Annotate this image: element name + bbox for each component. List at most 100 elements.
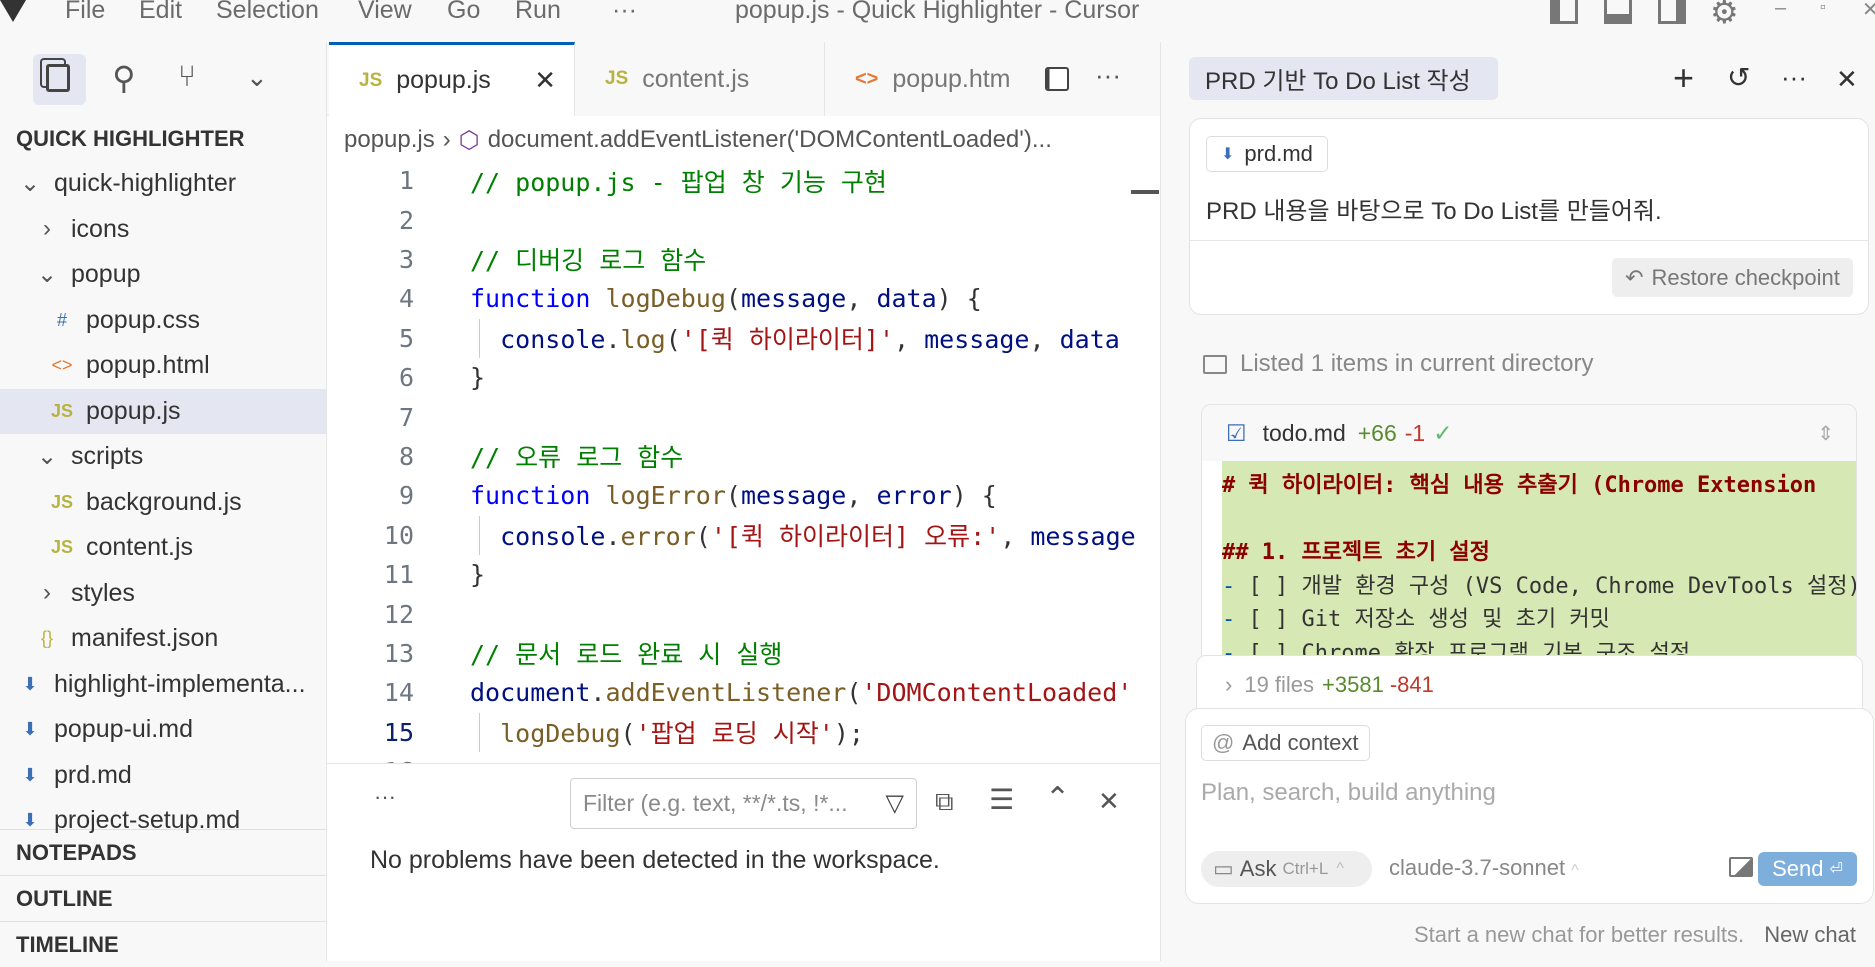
code-text: // 디버깅 로그 함수 bbox=[470, 241, 706, 277]
line-number: 9 bbox=[398, 481, 414, 511]
token-fn: logError bbox=[605, 481, 726, 511]
filter-input[interactable]: Filter (e.g. text, **/*.ts, !*... ▽ bbox=[570, 778, 917, 829]
token-p: ( bbox=[846, 678, 862, 708]
tree-item[interactable]: › styles bbox=[0, 571, 326, 616]
more-actions-icon[interactable]: ··· bbox=[1095, 62, 1121, 88]
token-fn: error bbox=[620, 522, 696, 552]
chevron-down-icon[interactable]: ⌄ bbox=[246, 64, 268, 90]
add-context-button[interactable]: @ Add context bbox=[1201, 725, 1370, 761]
token-p: } bbox=[470, 363, 486, 393]
tree-item[interactable]: # popup.css bbox=[0, 298, 326, 343]
html-file-icon: <> bbox=[855, 67, 879, 90]
split-editor-icon[interactable] bbox=[1045, 67, 1069, 91]
tree-item[interactable]: ⬇ project-setup.md bbox=[0, 798, 326, 843]
menu-file[interactable]: File bbox=[65, 0, 105, 25]
breadcrumb-file[interactable]: popup.js bbox=[344, 126, 435, 154]
token-p bbox=[590, 481, 605, 510]
line-number: 11 bbox=[383, 560, 414, 590]
section-timeline[interactable]: TIMELINE bbox=[0, 921, 326, 967]
menu-run[interactable]: Run bbox=[515, 0, 561, 25]
tree-item[interactable]: <> popup.html bbox=[0, 343, 326, 388]
line-number: 6 bbox=[398, 363, 414, 393]
js-file-icon: JS bbox=[50, 400, 74, 421]
folder-icon bbox=[1203, 355, 1227, 374]
indent-guide bbox=[479, 318, 480, 358]
close-chat-icon[interactable]: ✕ bbox=[1836, 66, 1858, 92]
code-text: console.error('[퀵 하이라이터] 오류:', message bbox=[470, 517, 1136, 553]
tree-item[interactable]: JS background.js bbox=[0, 480, 326, 525]
diff-line: - [ ] Git 저장소 생성 및 초기 커밋 bbox=[1222, 607, 1610, 632]
code-line: 13 // 문서 로드 완료 시 실행 bbox=[327, 634, 1160, 673]
tree-item[interactable]: ⬇ highlight-implementa... bbox=[0, 662, 326, 707]
gear-icon[interactable]: ⚙ bbox=[1710, 0, 1739, 28]
tree-item[interactable]: › icons bbox=[0, 207, 326, 252]
history-icon[interactable]: ↺ bbox=[1727, 64, 1750, 92]
tree-item-label: project-setup.md bbox=[54, 806, 241, 834]
chevron-down-icon: ⌄ bbox=[36, 443, 58, 470]
search-icon[interactable]: ⚲ bbox=[112, 60, 135, 96]
view-as-list-icon[interactable]: ☰ bbox=[989, 786, 1014, 814]
symbol-icon: ⬡ bbox=[458, 126, 480, 154]
maximize-panel-icon[interactable]: ⌃ bbox=[1045, 784, 1070, 814]
tree-item[interactable]: JS popup.js bbox=[0, 388, 326, 434]
tab-content-js[interactable]: JS content.js bbox=[575, 42, 825, 116]
token-com: // popup.js - 팝업 창 기능 구현 bbox=[470, 167, 887, 197]
undo-icon: ↶ bbox=[1625, 264, 1644, 290]
send-button[interactable]: Send ⏎ bbox=[1758, 852, 1857, 886]
tree-item[interactable]: ⌄ scripts bbox=[0, 434, 326, 479]
css-file-icon: # bbox=[56, 309, 67, 330]
code-area[interactable]: 1// popup.js - 팝업 창 기능 구현 2 3// 디버깅 로그 함수 4… bbox=[327, 159, 1160, 763]
close-tab-icon[interactable]: ✕ bbox=[534, 65, 556, 96]
close-panel-icon[interactable]: ✕ bbox=[1098, 788, 1120, 814]
code-line: 1 // popup.js - 팝업 창 기능 구현 bbox=[327, 161, 1160, 200]
menu-edit[interactable]: Edit bbox=[139, 0, 182, 25]
diff-header[interactable]: ☑ todo.md +66 -1 ✓ ⇕ bbox=[1202, 405, 1856, 461]
model-selector[interactable]: claude-3.7-sonnet ^ bbox=[1389, 855, 1579, 881]
new-chat-link[interactable]: New chat bbox=[1764, 922, 1856, 947]
tree-item[interactable]: ⬇ prd.md bbox=[0, 753, 326, 798]
tree-item-label: styles bbox=[71, 578, 135, 607]
more-icon[interactable]: ··· bbox=[1781, 64, 1807, 90]
restore-checkpoint-button[interactable]: ↶ Restore checkpoint bbox=[1612, 258, 1853, 297]
minimize-icon[interactable]: – bbox=[1775, 0, 1786, 18]
tree-item[interactable]: ⌄ quick-highlighter bbox=[0, 161, 326, 206]
user-message-card[interactable]: ⬇ prd.md PRD 내용을 바탕으로 To Do List를 만들어줘. … bbox=[1189, 118, 1869, 315]
breadcrumb-symbol[interactable]: document.addEventListener('DOMContentLoa… bbox=[488, 126, 1052, 154]
tree-item[interactable]: JS content.js bbox=[0, 525, 326, 570]
token-p: ( bbox=[725, 284, 741, 314]
token-p bbox=[590, 284, 605, 313]
restore-icon[interactable]: ▫ bbox=[1820, 0, 1826, 16]
chat-title[interactable]: PRD 기반 To Do List 작성 bbox=[1189, 57, 1498, 100]
minimap-slider[interactable] bbox=[1131, 190, 1159, 194]
menu-go[interactable]: Go bbox=[447, 0, 480, 25]
chat-input-box[interactable]: @ Add context Plan, search, build anythi… bbox=[1185, 708, 1874, 904]
line-number: 5 bbox=[398, 323, 414, 353]
toggle-secondary-sidebar-icon[interactable] bbox=[1658, 0, 1686, 24]
collapse-all-icon[interactable]: ⧉ bbox=[935, 788, 954, 814]
chat-input[interactable]: Plan, search, build anything bbox=[1201, 779, 1496, 807]
tab-popup-js[interactable]: JS popup.js ✕ bbox=[329, 42, 575, 116]
close-window-icon[interactable]: ✕ bbox=[1862, 0, 1875, 20]
panel-more-button[interactable]: ··· bbox=[374, 784, 396, 810]
toggle-sidebar-icon[interactable] bbox=[1550, 0, 1578, 24]
tree-item[interactable]: ⬇ popup-ui.md bbox=[0, 707, 326, 752]
menu-view[interactable]: View bbox=[358, 0, 412, 25]
code-line: 10 console.error('[퀵 하이라이터] 오류:', messag… bbox=[327, 515, 1160, 555]
source-control-icon[interactable]: ⑂ bbox=[178, 62, 196, 92]
markdown-file-icon: ⬇ bbox=[22, 719, 38, 739]
image-icon[interactable] bbox=[1729, 857, 1753, 877]
attachment-label: prd.md bbox=[1244, 141, 1313, 166]
section-outline[interactable]: OUTLINE bbox=[0, 875, 326, 921]
attachment-chip[interactable]: ⬇ prd.md bbox=[1206, 136, 1328, 172]
files-summary[interactable]: › 19 files +3581 -841 bbox=[1196, 655, 1863, 715]
new-chat-icon[interactable]: + bbox=[1673, 60, 1694, 96]
expand-icon[interactable]: ⇕ bbox=[1817, 421, 1834, 446]
menu-selection[interactable]: Selection bbox=[216, 0, 319, 25]
mode-selector[interactable]: ▭ Ask Ctrl+L ^ bbox=[1201, 851, 1372, 887]
token-var: console bbox=[500, 325, 606, 355]
menu-moremoremore[interactable]: ··· bbox=[612, 0, 637, 25]
filter-icon[interactable]: ▽ bbox=[886, 789, 904, 818]
tree-item[interactable]: {} manifest.json bbox=[0, 616, 326, 661]
toggle-panel-icon[interactable] bbox=[1604, 0, 1632, 24]
tree-item[interactable]: ⌄ popup bbox=[0, 252, 326, 297]
